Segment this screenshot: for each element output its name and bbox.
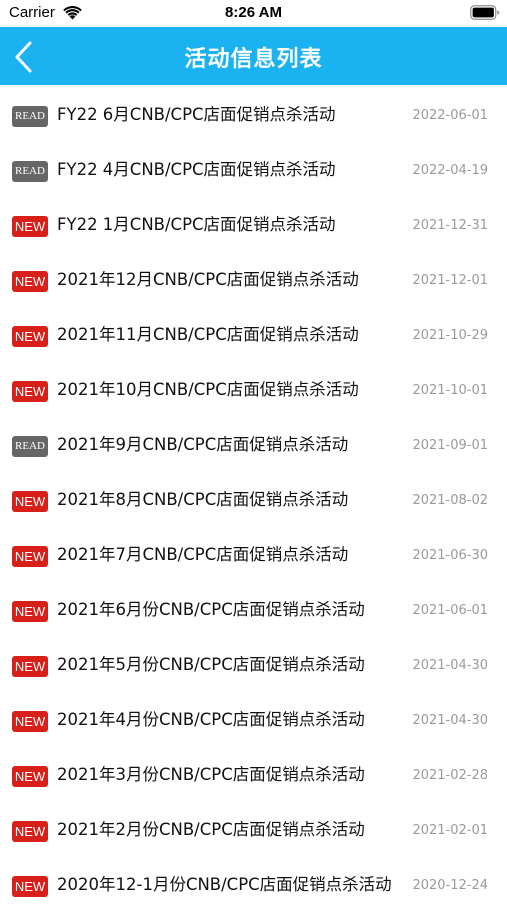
item-date: 2021-06-30 <box>410 547 488 565</box>
activity-list: READ FY22 6月CNB/CPC店面促销点杀活动 2022-06-01 READ… <box>0 89 507 914</box>
status-time: 8:26 AM <box>225 4 282 21</box>
item-title: 2021年2月份CNB/CPC店面促销点杀活动 <box>57 820 365 839</box>
item-date: 2021-02-01 <box>410 822 488 840</box>
list-item[interactable]: NEW 2021年6月份CNB/CPC店面促销点杀活动 2021-06-01 <box>0 584 507 639</box>
new-badge: NEW <box>12 711 48 732</box>
list-item[interactable]: READ FY22 6月CNB/CPC店面促销点杀活动 2022-06-01 <box>0 89 507 144</box>
list-item[interactable]: READ FY22 4月CNB/CPC店面促销点杀活动 2022-04-19 <box>0 144 507 199</box>
status-bar: Carrier 8:26 AM <box>0 0 507 27</box>
item-date: 2021-10-01 <box>410 382 488 400</box>
item-date: 2020-12-24 <box>410 877 488 895</box>
item-date: 2021-12-01 <box>410 272 488 290</box>
item-title: FY22 4月CNB/CPC店面促销点杀活动 <box>57 160 336 179</box>
item-title: 2021年12月CNB/CPC店面促销点杀活动 <box>57 270 359 289</box>
list-item[interactable]: NEW FY22 1月CNB/CPC店面促销点杀活动 2021-12-31 <box>0 199 507 254</box>
item-title: 2021年9月CNB/CPC店面促销点杀活动 <box>57 435 349 454</box>
list-item[interactable]: NEW 2021年11月CNB/CPC店面促销点杀活动 2021-10-29 <box>0 309 507 364</box>
item-date: 2021-04-30 <box>410 657 488 675</box>
list-item[interactable]: NEW 2021年7月CNB/CPC店面促销点杀活动 2021-06-30 <box>0 529 507 584</box>
new-badge: NEW <box>12 546 48 567</box>
item-date: 2021-04-30 <box>410 712 488 730</box>
page-title: 活动信息列表 <box>184 47 323 72</box>
new-badge: NEW <box>12 766 48 787</box>
list-item[interactable]: NEW 2021年12月CNB/CPC店面促销点杀活动 2021-12-01 <box>0 254 507 309</box>
item-title: FY22 1月CNB/CPC店面促销点杀活动 <box>57 215 336 234</box>
list-item[interactable]: NEW 2020年12-1月份CNB/CPC店面促销点杀活动 2020-12-24 <box>0 859 507 914</box>
item-title: 2021年4月份CNB/CPC店面促销点杀活动 <box>57 710 365 729</box>
item-title: 2020年12-1月份CNB/CPC店面促销点杀活动 <box>57 875 392 894</box>
item-title: 2021年6月份CNB/CPC店面促销点杀活动 <box>57 600 365 619</box>
item-title: 2021年8月CNB/CPC店面促销点杀活动 <box>57 490 349 509</box>
list-item[interactable]: NEW 2021年10月CNB/CPC店面促销点杀活动 2021-10-01 <box>0 364 507 419</box>
item-title: 2021年10月CNB/CPC店面促销点杀活动 <box>57 380 359 399</box>
item-date: 2021-09-01 <box>410 437 488 455</box>
new-badge: NEW <box>12 656 48 677</box>
new-badge: NEW <box>12 216 48 237</box>
item-title: 2021年7月CNB/CPC店面促销点杀活动 <box>57 545 349 564</box>
new-badge: NEW <box>12 491 48 512</box>
item-title: 2021年5月份CNB/CPC店面促销点杀活动 <box>57 655 365 674</box>
read-badge: READ <box>12 436 48 457</box>
item-date: 2021-10-29 <box>410 327 488 345</box>
item-date: 2021-12-31 <box>410 217 488 235</box>
item-date: 2021-08-02 <box>410 492 488 510</box>
item-date: 2021-06-01 <box>410 602 488 620</box>
list-item[interactable]: NEW 2021年3月份CNB/CPC店面促销点杀活动 2021-02-28 <box>0 749 507 804</box>
item-date: 2022-06-01 <box>410 107 488 125</box>
item-date: 2021-02-28 <box>410 767 488 785</box>
read-badge: READ <box>12 106 48 127</box>
read-badge: READ <box>12 161 48 182</box>
new-badge: NEW <box>12 381 48 402</box>
item-title: 2021年11月CNB/CPC店面促销点杀活动 <box>57 325 359 344</box>
list-item[interactable]: NEW 2021年2月份CNB/CPC店面促销点杀活动 2021-02-01 <box>0 804 507 859</box>
list-item[interactable]: NEW 2021年5月份CNB/CPC店面促销点杀活动 2021-04-30 <box>0 639 507 694</box>
list-item[interactable]: NEW 2021年4月份CNB/CPC店面促销点杀活动 2021-04-30 <box>0 694 507 749</box>
list-item[interactable]: READ 2021年9月CNB/CPC店面促销点杀活动 2021-09-01 <box>0 419 507 474</box>
new-badge: NEW <box>12 326 48 347</box>
item-title: FY22 6月CNB/CPC店面促销点杀活动 <box>57 105 336 124</box>
new-badge: NEW <box>12 601 48 622</box>
new-badge: NEW <box>12 271 48 292</box>
item-date: 2022-04-19 <box>410 162 488 180</box>
battery-icon <box>470 5 500 20</box>
new-badge: NEW <box>12 876 48 897</box>
navigation-bar: 活动信息列表 <box>0 27 507 85</box>
list-item[interactable]: NEW 2021年8月CNB/CPC店面促销点杀活动 2021-08-02 <box>0 474 507 529</box>
new-badge: NEW <box>12 821 48 842</box>
item-title: 2021年3月份CNB/CPC店面促销点杀活动 <box>57 765 365 784</box>
